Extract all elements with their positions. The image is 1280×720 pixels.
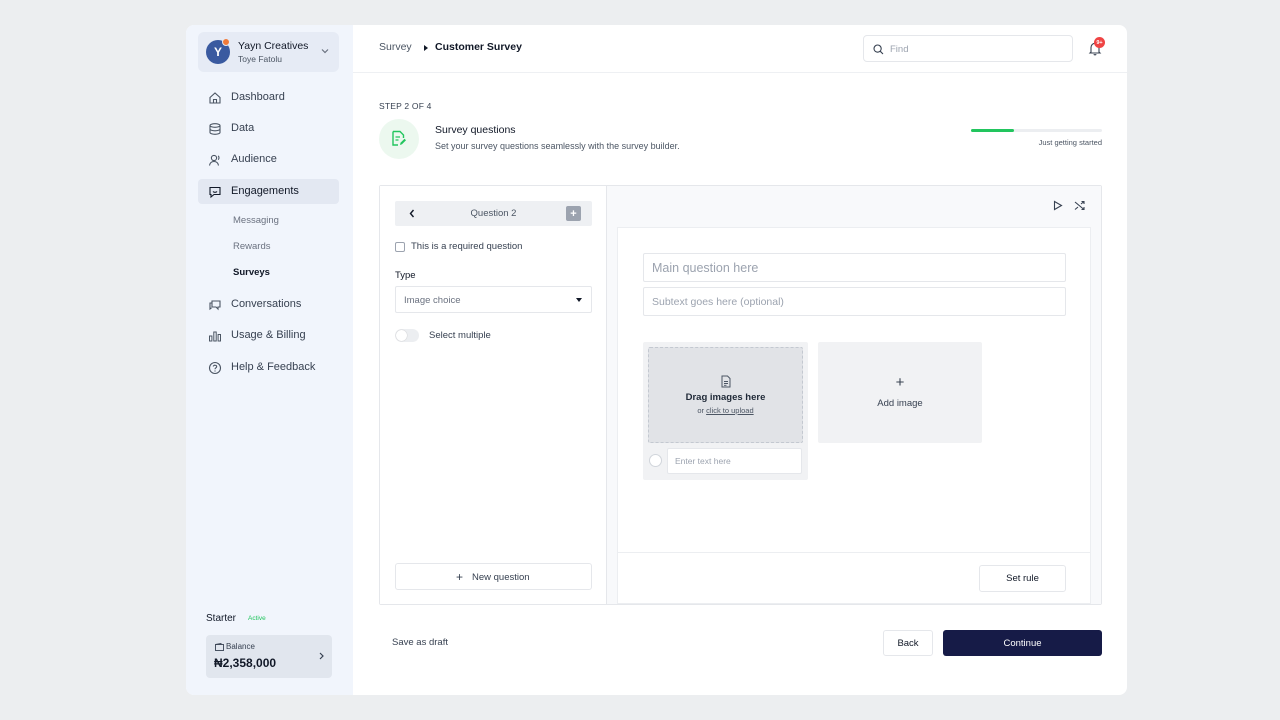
- balance-label: Balance: [226, 642, 255, 651]
- wallet-icon: [215, 643, 224, 651]
- plus-icon: +: [895, 374, 905, 391]
- question-settings-panel: Question 2 + This is a required question…: [380, 186, 607, 604]
- plan-name: Starter: [206, 613, 237, 624]
- add-question-icon[interactable]: +: [566, 206, 581, 221]
- progress-fill: [971, 129, 1015, 132]
- org-switcher[interactable]: Y Yayn Creatives Toye Fatolu: [198, 32, 339, 72]
- progress-bar: [971, 129, 1102, 132]
- nav-audience[interactable]: Audience: [198, 147, 339, 172]
- question-preview-panel: Drag images here or click to upload + Ad…: [607, 186, 1101, 604]
- app-window: Y Yayn Creatives Toye Fatolu Dashboard D…: [186, 25, 1127, 695]
- bar-chart-icon: [209, 331, 222, 342]
- notification-badge: 9+: [1094, 37, 1105, 48]
- set-rule-button[interactable]: Set rule: [979, 565, 1066, 592]
- search-input[interactable]: [890, 42, 1065, 56]
- plan-status-badge: Active: [248, 615, 266, 622]
- nav-surveys[interactable]: Surveys: [233, 267, 270, 278]
- step-icon-circle: [379, 119, 419, 159]
- top-bar: Survey Customer Survey 9+: [353, 25, 1127, 73]
- chevron-down-icon: [321, 49, 329, 54]
- breadcrumb-separator-icon: [424, 45, 428, 51]
- home-icon: [209, 92, 221, 104]
- nav-conversations[interactable]: Conversations: [198, 292, 339, 317]
- add-image-label: Add image: [877, 398, 923, 409]
- back-button[interactable]: Back: [883, 630, 933, 656]
- option-radio[interactable]: [649, 454, 662, 467]
- plus-icon: +: [456, 570, 464, 584]
- subtext-field: [643, 287, 1066, 316]
- option-text-field: [667, 448, 802, 474]
- step-title: Survey questions: [435, 124, 516, 136]
- nav-label: Conversations: [231, 298, 302, 310]
- nav-label: Dashboard: [231, 91, 285, 103]
- type-value: Image choice: [404, 295, 461, 306]
- continue-button[interactable]: Continue: [943, 630, 1102, 656]
- breadcrumb-current: Customer Survey: [435, 41, 522, 53]
- image-option-card: Drag images here or click to upload: [643, 342, 808, 480]
- balance-amount: ₦2,358,000: [214, 656, 277, 670]
- save-draft-button[interactable]: Save as draft: [392, 637, 448, 648]
- new-question-button[interactable]: + New question: [395, 563, 592, 590]
- required-checkbox[interactable]: [395, 242, 405, 252]
- progress-label: Just getting started: [1038, 138, 1102, 147]
- breadcrumb-survey[interactable]: Survey: [379, 41, 412, 53]
- nav-engagements[interactable]: Engagements: [198, 179, 339, 204]
- nav-messaging[interactable]: Messaging: [233, 215, 279, 226]
- dropzone-title: Drag images here: [685, 392, 766, 403]
- divider: [618, 552, 1090, 553]
- new-question-label: New question: [472, 572, 530, 583]
- document-icon: [721, 375, 731, 388]
- shuffle-icon[interactable]: [1074, 200, 1085, 211]
- toggle-knob: [396, 330, 407, 341]
- help-icon: [208, 361, 222, 375]
- select-multiple-toggle[interactable]: [395, 329, 419, 342]
- type-label: Type: [395, 270, 416, 281]
- balance-card[interactable]: Balance ₦2,358,000: [206, 635, 332, 678]
- org-name: Yayn Creatives: [238, 40, 309, 52]
- required-label: This is a required question: [411, 241, 523, 252]
- nav-label: Usage & Billing: [231, 329, 306, 341]
- conversation-icon: [209, 300, 221, 311]
- question-canvas: Drag images here or click to upload + Ad…: [617, 227, 1091, 604]
- play-icon[interactable]: [1052, 200, 1063, 211]
- step-indicator: STEP 2 OF 4: [379, 101, 432, 111]
- question-navigator: Question 2 +: [395, 201, 592, 226]
- question-label: Question 2: [470, 208, 517, 219]
- nav-help[interactable]: Help & Feedback: [198, 355, 339, 380]
- step-description: Set your survey questions seamlessly wit…: [435, 141, 680, 151]
- chevron-right-icon: [319, 652, 324, 660]
- select-multiple-label: Select multiple: [429, 330, 491, 341]
- caret-down-icon: [576, 298, 582, 302]
- document-edit-icon: [392, 130, 406, 146]
- nav-label: Engagements: [231, 185, 299, 197]
- type-select[interactable]: Image choice: [395, 286, 592, 313]
- status-dot: [222, 38, 230, 46]
- nav-usage-billing[interactable]: Usage & Billing: [198, 323, 339, 348]
- survey-builder: Question 2 + This is a required question…: [379, 185, 1102, 605]
- database-icon: [209, 123, 221, 135]
- chat-smile-icon: [209, 186, 221, 199]
- nav-rewards[interactable]: Rewards: [233, 241, 271, 252]
- main-question-field: [643, 253, 1066, 282]
- search-box: [863, 35, 1073, 62]
- user-icon: [208, 154, 220, 166]
- add-image-card[interactable]: + Add image: [818, 342, 982, 443]
- main-question-input[interactable]: [652, 261, 1052, 275]
- nav-label: Help & Feedback: [231, 361, 316, 373]
- search-icon: [873, 44, 884, 55]
- upload-link[interactable]: click to upload: [706, 406, 754, 415]
- image-dropzone[interactable]: Drag images here or click to upload: [648, 347, 803, 443]
- subtext-input[interactable]: [652, 296, 1052, 308]
- nav-label: Audience: [231, 153, 277, 165]
- nav-dashboard[interactable]: Dashboard: [198, 85, 339, 110]
- nav-label: Data: [231, 122, 255, 134]
- nav-data[interactable]: Data: [198, 116, 339, 141]
- sidebar: Y Yayn Creatives Toye Fatolu Dashboard D…: [186, 25, 353, 695]
- dropzone-or: or: [697, 406, 705, 415]
- dropzone-subtitle: or click to upload: [649, 406, 802, 415]
- option-text-input[interactable]: [675, 456, 795, 466]
- user-name: Toye Fatolu: [238, 54, 282, 64]
